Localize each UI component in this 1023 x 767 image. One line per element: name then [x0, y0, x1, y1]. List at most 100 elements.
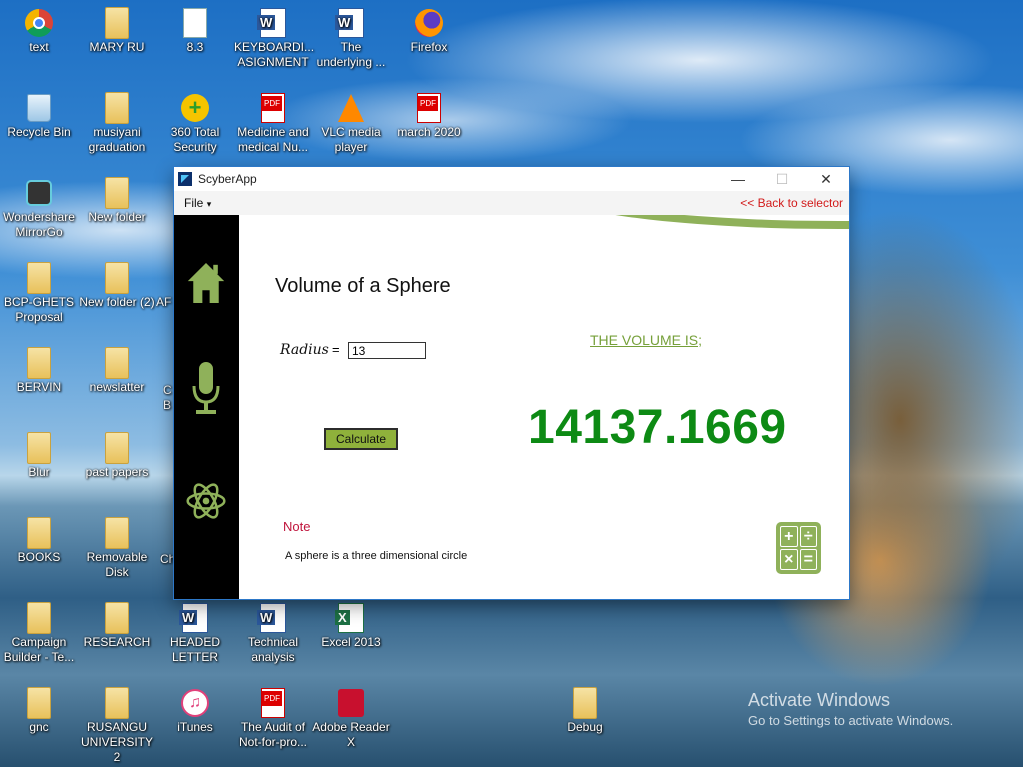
- watermark-title: Activate Windows: [748, 690, 891, 710]
- calculator-icon[interactable]: + ÷ × =: [776, 522, 821, 574]
- app-logo-icon: [178, 172, 192, 186]
- desktop-icon-excel-2013[interactable]: Excel 2013: [312, 603, 390, 650]
- pdf-icon: [258, 688, 288, 718]
- plus-symbol: +: [780, 526, 798, 547]
- desktop-icon-debug[interactable]: Debug: [546, 687, 624, 735]
- desktop-icon-technical-analysis[interactable]: Technical analysis: [234, 603, 312, 665]
- minimize-button[interactable]: —: [716, 167, 760, 191]
- desktop-icon-new-folder[interactable]: New folder: [78, 177, 156, 225]
- vlc-cone-icon: [336, 93, 366, 123]
- desktop-icon-bcp-ghets[interactable]: BCP-GHETS Proposal: [0, 262, 78, 325]
- desktop-icon-ch[interactable]: Ch: [160, 552, 174, 567]
- desktop-icon-recycle-bin[interactable]: Recycle Bin: [0, 93, 78, 140]
- desktop-icon-blur[interactable]: Blur: [0, 432, 78, 480]
- main-content: Volume of a Sphere Radius = Calculate TH…: [239, 215, 849, 599]
- desktop-icon-keyboarding[interactable]: KEYBOARDI... ASIGNMENT: [234, 8, 314, 70]
- desktop-icon-360-security[interactable]: + 360 Total Security: [156, 93, 234, 155]
- folder-icon: [102, 687, 132, 719]
- chrome-icon: [24, 8, 54, 38]
- equals-symbol: =: [799, 549, 817, 570]
- close-button[interactable]: ✕: [804, 167, 848, 191]
- pdf-icon: [414, 93, 444, 123]
- desktop-icon-headed-letter[interactable]: HEADED LETTER: [156, 603, 234, 665]
- title-bar[interactable]: ScyberApp — ☐ ✕: [174, 167, 849, 191]
- multiply-symbol: ×: [780, 549, 798, 570]
- word-doc-icon: [179, 603, 210, 633]
- file-menu[interactable]: File ▾: [174, 196, 219, 210]
- desktop-icon-adobe-reader[interactable]: Adobe Reader X: [312, 688, 390, 750]
- desktop-icon-8-3[interactable]: 8.3: [156, 8, 234, 55]
- desktop-icon-cb[interactable]: C B: [163, 383, 174, 413]
- desktop-icon-newslatter[interactable]: newslatter: [78, 347, 156, 395]
- app-window: ScyberApp — ☐ ✕ File ▾ << Back to select…: [174, 167, 849, 599]
- desktop-icon-rusangu[interactable]: RUSANGU UNIVERSITY 2: [78, 687, 156, 765]
- desktop-icon-gnc[interactable]: gnc: [0, 687, 78, 735]
- sidebar-item-home[interactable]: [186, 253, 226, 313]
- calculate-button[interactable]: Calculate: [324, 428, 398, 450]
- folder-icon: [24, 517, 54, 549]
- pdf-icon: [258, 93, 288, 123]
- microphone-icon: [192, 362, 220, 414]
- desktop-icon-campaign-builder[interactable]: Campaign Builder - Te...: [0, 602, 78, 665]
- excel-icon: [335, 603, 366, 633]
- firefox-icon: [414, 8, 444, 38]
- folder-icon: [24, 602, 54, 634]
- desktop-icon-af[interactable]: AF: [156, 263, 174, 310]
- desktop-icon-mirrorgo[interactable]: Wondershare MirrorGo: [0, 178, 78, 240]
- word-doc-icon: [335, 8, 366, 38]
- security-plus-icon: +: [180, 93, 210, 123]
- folder-icon: [24, 262, 54, 294]
- folder-icon: [102, 347, 132, 379]
- page-title: Volume of a Sphere: [275, 275, 451, 297]
- radius-label: Radius: [280, 342, 329, 358]
- desktop-icon-research[interactable]: RESEARCH: [78, 602, 156, 650]
- watermark-subtitle: Go to Settings to activate Windows.: [748, 713, 954, 728]
- window-title: ScyberApp: [198, 172, 257, 186]
- folder-icon: [24, 432, 54, 464]
- desktop-icon-mary-ru[interactable]: MARY RU: [78, 7, 156, 55]
- desktop-icon-bervin[interactable]: BERVIN: [0, 347, 78, 395]
- folder-icon: [102, 7, 132, 39]
- radius-input[interactable]: [348, 342, 426, 359]
- folder-icon: [102, 517, 132, 549]
- back-to-selector-link[interactable]: << Back to selector: [740, 196, 843, 210]
- desktop-icon-audit[interactable]: The Audit of Not-for-pro...: [234, 688, 312, 750]
- desktop-icon-vlc[interactable]: VLC media player: [312, 93, 390, 155]
- itunes-icon: ♫: [180, 688, 210, 718]
- word-doc-icon: [257, 603, 288, 633]
- desktop-icon-past-papers[interactable]: past papers: [78, 432, 156, 480]
- desktop-icon-books[interactable]: BOOKS: [0, 517, 78, 565]
- word-doc-icon: [257, 8, 288, 38]
- desktop-icon-removable-disk[interactable]: Removable Disk: [78, 517, 156, 580]
- folder-icon: [24, 347, 54, 379]
- folder-icon: [102, 602, 132, 634]
- desktop-icon-medicine[interactable]: Medicine and medical Nu...: [234, 93, 312, 155]
- sidebar-item-science[interactable]: [186, 471, 226, 531]
- folder-icon: [102, 432, 132, 464]
- divide-symbol: ÷: [799, 526, 817, 547]
- activate-windows-watermark: Activate Windows Go to Settings to activ…: [748, 690, 953, 728]
- equals-sign: =: [332, 342, 340, 357]
- folder-icon: [102, 177, 132, 209]
- desktop-icon-musiyani[interactable]: musiyani graduation: [78, 92, 156, 155]
- adobe-reader-icon: [336, 688, 366, 718]
- volume-label: THE VOLUME IS;: [590, 332, 703, 348]
- desktop-icon-itunes[interactable]: ♫ iTunes: [156, 688, 234, 735]
- volume-result: 14137.1669: [528, 401, 787, 454]
- folder-icon: [102, 92, 132, 124]
- desktop-icon-march-2020[interactable]: march 2020: [390, 93, 468, 140]
- folder-icon: [102, 262, 132, 294]
- note-label: Note: [283, 519, 311, 534]
- note-text: A sphere is a three dimensional circle: [285, 550, 468, 562]
- folder-icon: [570, 687, 600, 719]
- atom-icon: [186, 483, 226, 519]
- desktop-icon-firefox[interactable]: Firefox: [390, 8, 468, 55]
- sidebar: [174, 215, 239, 599]
- desktop-icon-new-folder-2[interactable]: New folder (2): [78, 262, 156, 310]
- sidebar-item-voice[interactable]: [186, 359, 226, 419]
- desktop-icon-underlying[interactable]: The underlying ...: [312, 8, 390, 70]
- menu-bar: File ▾ << Back to selector: [174, 191, 849, 215]
- desktop-icon-text[interactable]: text: [0, 8, 78, 55]
- mirrorgo-icon: [24, 178, 54, 208]
- maximize-button[interactable]: ☐: [760, 167, 804, 191]
